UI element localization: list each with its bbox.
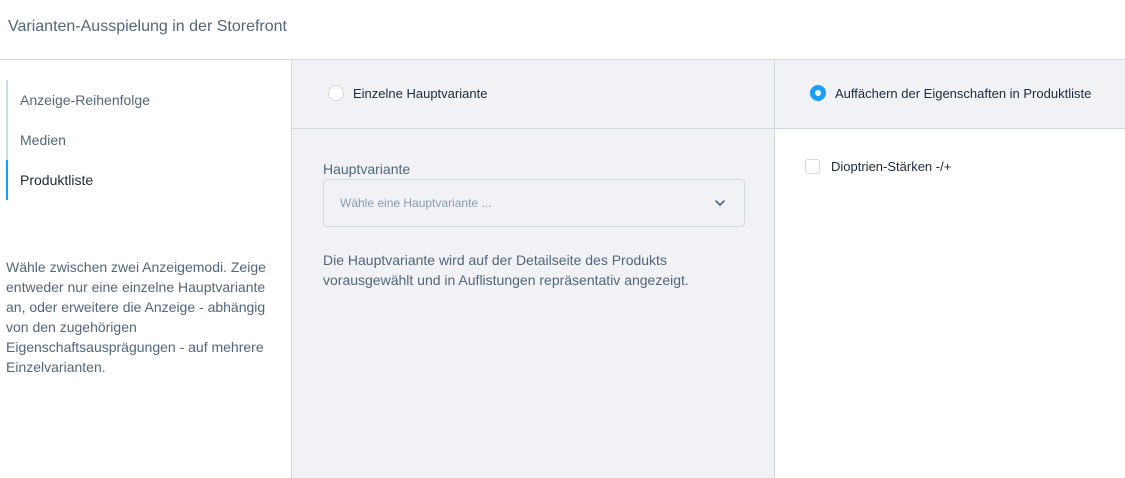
main-variant-placeholder: Wähle eine Hauptvariante ...	[340, 196, 492, 210]
expand-properties-panel: Auffächern der Eigenschaften in Produktl…	[775, 60, 1125, 478]
radio-single-main-variant[interactable]	[328, 85, 344, 101]
mode-description: Wähle zwischen zwei Anzeigemodi. Zeige e…	[6, 259, 266, 375]
radio-expand-label: Auffächern der Eigenschaften in Produktl…	[835, 85, 1092, 101]
single-variant-header: Einzelne Hauptvariante	[292, 60, 774, 129]
sidebar-item-anzeige-reihenfolge[interactable]: Anzeige-Reihenfolge	[6, 80, 286, 120]
expand-properties-header: Auffächern der Eigenschaften in Produktl…	[775, 60, 1125, 129]
main-variant-select[interactable]: Wähle eine Hauptvariante ...	[323, 179, 745, 227]
radio-expand-properties[interactable]	[810, 85, 826, 101]
sidebar-item-medien[interactable]: Medien	[6, 120, 286, 160]
checkbox-dioptrien-label: Dioptrien-Stärken -/+	[831, 159, 952, 174]
sidebar-item-produktliste[interactable]: Produktliste	[6, 160, 286, 200]
radio-option-single[interactable]: Einzelne Hauptvariante	[328, 85, 487, 101]
radio-option-expand[interactable]: Auffächern der Eigenschaften in Produktl…	[810, 85, 1091, 101]
main-variant-label: Hauptvariante	[323, 161, 411, 177]
checkbox-dioptrien[interactable]	[805, 159, 820, 174]
sidebar-nav: Anzeige-Reihenfolge Medien Produktliste	[6, 80, 286, 200]
radio-single-label: Einzelne Hauptvariante	[353, 85, 488, 101]
single-variant-panel: Einzelne Hauptvariante Hauptvariante Wäh…	[291, 60, 775, 478]
chevron-down-icon[interactable]	[714, 197, 726, 209]
page-header: Varianten-Ausspielung in der Storefront	[0, 0, 1125, 60]
property-option-dioptrien[interactable]: Dioptrien-Stärken -/+	[805, 159, 951, 174]
page-title: Varianten-Ausspielung in der Storefront	[8, 18, 287, 35]
main-variant-help: Die Hauptvariante wird auf der Detailsei…	[323, 252, 689, 288]
